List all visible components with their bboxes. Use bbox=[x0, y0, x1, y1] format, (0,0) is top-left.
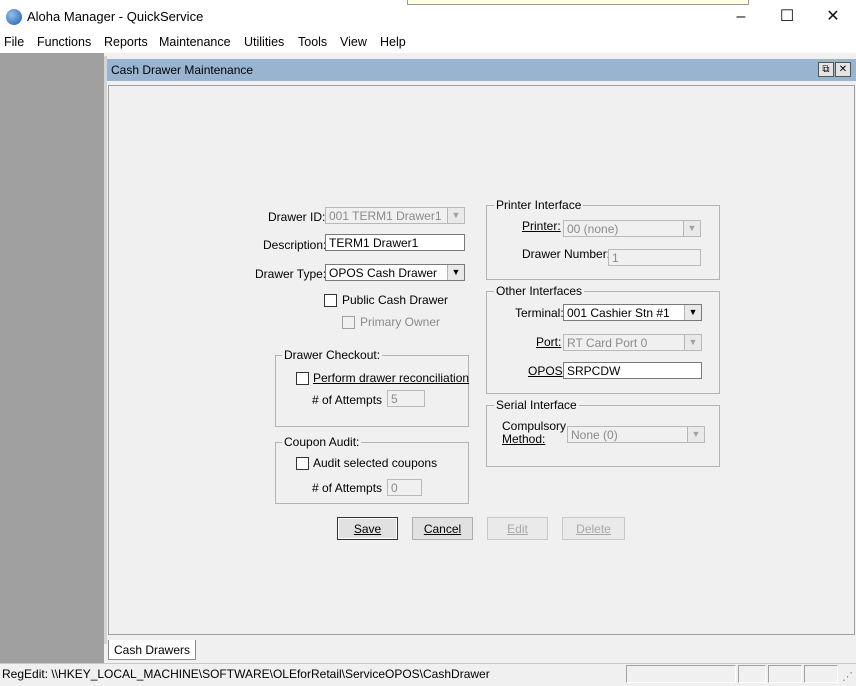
menu-reports[interactable]: Reports bbox=[104, 35, 148, 49]
printer-label: Printer: bbox=[522, 219, 561, 233]
menu-view[interactable]: View bbox=[340, 35, 367, 49]
port-combo: RT Card Port 0 ▼ bbox=[563, 334, 702, 351]
serial-interface-title: Serial Interface bbox=[494, 398, 579, 412]
menu-bar: File Functions Reports Maintenance Utili… bbox=[0, 33, 856, 53]
checkout-attempts-label: # of Attempts bbox=[312, 393, 383, 407]
tooltip-strip bbox=[407, 0, 749, 5]
public-cash-drawer-checkbox[interactable] bbox=[324, 294, 337, 307]
child-close-icon[interactable]: ✕ bbox=[835, 62, 851, 77]
menu-tools[interactable]: Tools bbox=[298, 35, 327, 49]
port-label: Port: bbox=[536, 335, 562, 349]
drawer-checkout-title: Drawer Checkout: bbox=[282, 348, 383, 362]
restore-icon[interactable]: ⧉ bbox=[818, 62, 834, 77]
public-cash-drawer-label: Public Cash Drawer bbox=[342, 293, 449, 307]
drawer-id-value: 001 TERM1 Drawer1 bbox=[329, 209, 442, 223]
printer-value: 00 (none) bbox=[567, 222, 619, 236]
drawer-type-value: OPOS Cash Drawer bbox=[329, 266, 438, 280]
printer-interface-title: Printer Interface bbox=[494, 198, 584, 212]
menu-help[interactable]: Help bbox=[380, 35, 406, 49]
drawer-type-label: Drawer Type: bbox=[255, 267, 327, 281]
compulsory-method-value: None (0) bbox=[571, 428, 618, 442]
save-button[interactable]: Save bbox=[337, 517, 398, 540]
close-button[interactable]: ✕ bbox=[810, 0, 856, 33]
opos-label: OPOS bbox=[528, 364, 563, 378]
menu-maintenance[interactable]: Maintenance bbox=[159, 35, 231, 49]
drawer-type-combo[interactable]: OPOS Cash Drawer ▼ bbox=[325, 264, 465, 281]
perform-reconciliation-checkbox[interactable] bbox=[296, 372, 309, 385]
cancel-button[interactable]: Cancel bbox=[412, 517, 473, 540]
tab-cash-drawers[interactable]: Cash Drawers bbox=[108, 640, 196, 660]
delete-button[interactable]: Delete bbox=[562, 517, 625, 540]
chevron-down-icon: ▼ bbox=[684, 335, 701, 350]
coupon-attempts-input: 0 bbox=[387, 479, 422, 496]
status-panel bbox=[626, 665, 736, 683]
perform-reconciliation-label: Perform drawer reconciliation bbox=[313, 371, 470, 385]
checkout-attempts-input: 5 bbox=[387, 390, 425, 407]
menu-utilities[interactable]: Utilities bbox=[244, 35, 284, 49]
aloha-app-icon bbox=[6, 9, 22, 25]
chevron-down-icon: ▼ bbox=[447, 208, 464, 223]
description-label: Description: bbox=[263, 238, 327, 252]
status-panel bbox=[804, 665, 838, 683]
drawer-checkout-group bbox=[275, 355, 469, 427]
terminal-label: Terminal: bbox=[515, 306, 564, 320]
status-panel bbox=[738, 665, 766, 683]
chevron-down-icon[interactable]: ▼ bbox=[684, 305, 701, 320]
printer-combo: 00 (none) ▼ bbox=[563, 220, 701, 237]
coupon-audit-title: Coupon Audit: bbox=[282, 435, 362, 449]
other-interfaces-title: Other Interfaces bbox=[494, 284, 585, 298]
drawer-number-input: 1 bbox=[608, 249, 701, 266]
terminal-value: 001 Cashier Stn #1 bbox=[567, 306, 670, 320]
status-text: RegEdit: \\HKEY_LOCAL_MACHINE\SOFTWARE\O… bbox=[2, 667, 490, 681]
maximize-button[interactable]: ☐ bbox=[764, 0, 810, 33]
port-value: RT Card Port 0 bbox=[567, 336, 648, 350]
drawer-id-combo: 001 TERM1 Drawer1 ▼ bbox=[325, 207, 465, 224]
opos-input[interactable]: SRPCDW bbox=[563, 362, 702, 379]
compulsory-method-combo: None (0) ▼ bbox=[567, 426, 705, 443]
drawer-id-label: Drawer ID: bbox=[268, 210, 326, 224]
audit-selected-coupons-label: Audit selected coupons bbox=[313, 456, 438, 470]
printer-interface-group bbox=[486, 205, 720, 280]
left-panel bbox=[0, 53, 104, 663]
menu-file[interactable]: File bbox=[4, 35, 24, 49]
drawer-number-label: Drawer Number: bbox=[522, 247, 611, 261]
status-panel bbox=[768, 665, 802, 683]
window-title: Aloha Manager - QuickService bbox=[27, 9, 204, 24]
chevron-down-icon[interactable]: ▼ bbox=[447, 265, 464, 280]
description-input[interactable]: TERM1 Drawer1 bbox=[325, 234, 465, 251]
menu-functions[interactable]: Functions bbox=[37, 35, 91, 49]
child-window-title: Cash Drawer Maintenance bbox=[111, 63, 254, 77]
resize-grip-icon[interactable]: ⋰ bbox=[842, 670, 853, 683]
chevron-down-icon: ▼ bbox=[683, 221, 700, 236]
form-area bbox=[108, 85, 855, 635]
primary-owner-label: Primary Owner bbox=[360, 315, 441, 329]
compulsory-label: Compulsory bbox=[502, 419, 567, 433]
chevron-down-icon: ▼ bbox=[687, 427, 704, 442]
method-label: Method: bbox=[502, 432, 546, 446]
audit-selected-coupons-checkbox[interactable] bbox=[296, 457, 309, 470]
terminal-combo[interactable]: 001 Cashier Stn #1 ▼ bbox=[563, 304, 702, 321]
primary-owner-checkbox[interactable] bbox=[342, 316, 355, 329]
coupon-attempts-label: # of Attempts bbox=[312, 481, 383, 495]
minimize-button[interactable]: – bbox=[718, 0, 764, 33]
edit-button[interactable]: Edit bbox=[487, 517, 548, 540]
